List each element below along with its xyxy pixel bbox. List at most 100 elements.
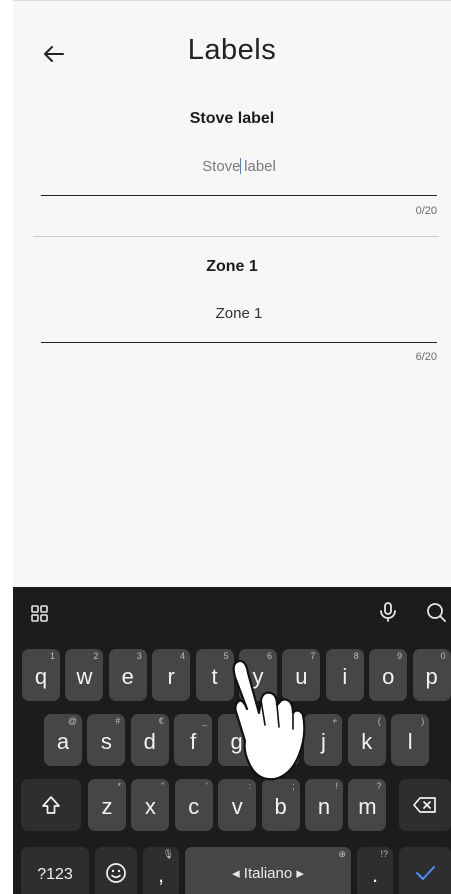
key-label: a bbox=[56, 729, 70, 754]
key-label: d bbox=[143, 729, 156, 754]
key-label: g bbox=[230, 729, 243, 754]
key-label: n bbox=[317, 794, 331, 819]
zone1-value: Zone 1 bbox=[215, 305, 263, 322]
key-hint: + bbox=[332, 716, 338, 726]
key-x[interactable]: " x bbox=[131, 779, 170, 831]
key-label: r bbox=[167, 664, 175, 689]
key-z[interactable]: * z bbox=[88, 779, 126, 831]
key-label: i bbox=[342, 664, 348, 689]
zone1-heading: Zone 1 bbox=[206, 258, 258, 275]
key-label: b bbox=[274, 794, 287, 819]
emoji-key[interactable] bbox=[95, 847, 137, 894]
key-y[interactable]: 6y bbox=[239, 649, 277, 701]
key-label: o bbox=[382, 664, 395, 689]
checkmark-icon bbox=[416, 866, 435, 880]
key-hint: 9 bbox=[397, 651, 403, 661]
stove-label-input[interactable]: Stove label bbox=[41, 146, 437, 196]
key-label: f bbox=[190, 729, 197, 754]
key-label: q bbox=[34, 664, 48, 689]
key-hint: 2 bbox=[93, 651, 99, 661]
key-label: l bbox=[407, 729, 413, 754]
key-t[interactable]: 5t bbox=[195, 649, 234, 701]
key-hint: _ bbox=[202, 716, 208, 726]
key-hint: 7 bbox=[310, 651, 316, 661]
key-label: m bbox=[358, 794, 377, 819]
key-hint: 6 bbox=[266, 651, 272, 661]
key-e[interactable]: 3e bbox=[108, 649, 147, 701]
key-hint: 3 bbox=[136, 651, 142, 661]
key-p[interactable]: 0p bbox=[412, 649, 451, 701]
key-hint: * bbox=[117, 781, 121, 791]
key-v[interactable]: :v bbox=[218, 779, 257, 831]
key-label: v bbox=[231, 794, 243, 819]
key-label: u bbox=[295, 664, 308, 689]
shift-key[interactable] bbox=[21, 779, 81, 831]
key-hint: 8 bbox=[353, 651, 359, 661]
key-label: h bbox=[273, 729, 287, 754]
key-label: e bbox=[121, 664, 134, 689]
key-label: x bbox=[144, 794, 156, 819]
key-hint: & bbox=[244, 716, 251, 726]
key-hint: ? bbox=[376, 781, 382, 791]
backspace-key[interactable] bbox=[399, 779, 451, 831]
key-hint: ! bbox=[335, 781, 338, 791]
key-hint: 5 bbox=[223, 651, 229, 661]
key-label: t bbox=[211, 664, 218, 689]
key-m[interactable]: ? m bbox=[348, 779, 387, 831]
key-r[interactable]: 4r bbox=[152, 649, 191, 701]
zone1-counter: 6/20 bbox=[415, 351, 437, 363]
comma-key[interactable]: 🎙 , bbox=[143, 847, 179, 894]
key-k[interactable]: (k bbox=[347, 714, 386, 766]
emoji-icon bbox=[106, 863, 126, 883]
labels-screen: Labels Stove label Stove label 0/20 Zone… bbox=[13, 0, 451, 587]
section-divider bbox=[33, 236, 439, 237]
key-o[interactable]: 9o bbox=[369, 649, 408, 701]
key-n[interactable]: ! n bbox=[305, 779, 343, 831]
key-hint: ( bbox=[377, 716, 381, 726]
microphone-icon[interactable] bbox=[375, 599, 401, 625]
screen: Labels Stove label Stove label 0/20 Zone… bbox=[0, 0, 451, 894]
symbols-key[interactable]: ?123 bbox=[21, 847, 89, 894]
key-label: s bbox=[100, 729, 112, 754]
key-label: j bbox=[320, 729, 326, 754]
key-i[interactable]: 8i bbox=[325, 649, 364, 701]
key-hint: 4 bbox=[180, 651, 186, 661]
key-a[interactable]: @ a bbox=[44, 714, 82, 766]
key-hint: : bbox=[248, 781, 252, 791]
apps-grid-icon[interactable] bbox=[27, 601, 53, 627]
key-label: c bbox=[188, 794, 200, 819]
globe-icon: ⊕ bbox=[338, 849, 346, 859]
page-title: Labels bbox=[187, 34, 277, 66]
key-h[interactable]: -h bbox=[261, 714, 299, 766]
key-c[interactable]: ' c bbox=[174, 779, 213, 831]
key-label: y bbox=[252, 664, 264, 689]
left-edge bbox=[0, 0, 13, 894]
stove-label-counter: 0/20 bbox=[415, 205, 437, 217]
period-key[interactable]: !? . bbox=[357, 847, 393, 894]
key-f[interactable]: _ f bbox=[174, 714, 213, 766]
key-label: p bbox=[425, 664, 438, 689]
search-icon[interactable] bbox=[423, 599, 449, 625]
key-d[interactable]: € d bbox=[130, 714, 169, 766]
key-b[interactable]: ; b bbox=[261, 779, 300, 831]
key-l[interactable]: ) l bbox=[391, 714, 430, 766]
key-j[interactable]: + j bbox=[304, 714, 343, 766]
key-hint: " bbox=[161, 781, 165, 791]
soft-keyboard: 1q2w3e4r5t6y7u8i9o0p @ a # s € d _ f & g - h + j(k) l … bbox=[13, 587, 451, 894]
key-hint: ; bbox=[292, 781, 295, 791]
enter-key[interactable] bbox=[399, 847, 451, 894]
key-w[interactable]: 2w bbox=[65, 649, 104, 701]
stove-label-placeholder: Stove label bbox=[202, 158, 276, 175]
key-hint: ' bbox=[206, 781, 208, 791]
key-hint: ) bbox=[421, 716, 425, 726]
key-q[interactable]: 1q bbox=[22, 649, 60, 701]
key-hint: @ bbox=[67, 716, 77, 726]
key-s[interactable]: # s bbox=[87, 714, 126, 766]
key-g[interactable]: & g bbox=[217, 714, 256, 766]
stove-label-heading: Stove label bbox=[189, 110, 275, 127]
key-hint: - bbox=[291, 716, 294, 726]
zone1-input[interactable]: Zone 1 bbox=[41, 293, 437, 343]
key-hint: 0 bbox=[440, 651, 446, 661]
space-key[interactable]: ⊕ ◂ Italiano ▸ bbox=[185, 847, 351, 894]
key-u[interactable]: 7u bbox=[282, 649, 321, 701]
